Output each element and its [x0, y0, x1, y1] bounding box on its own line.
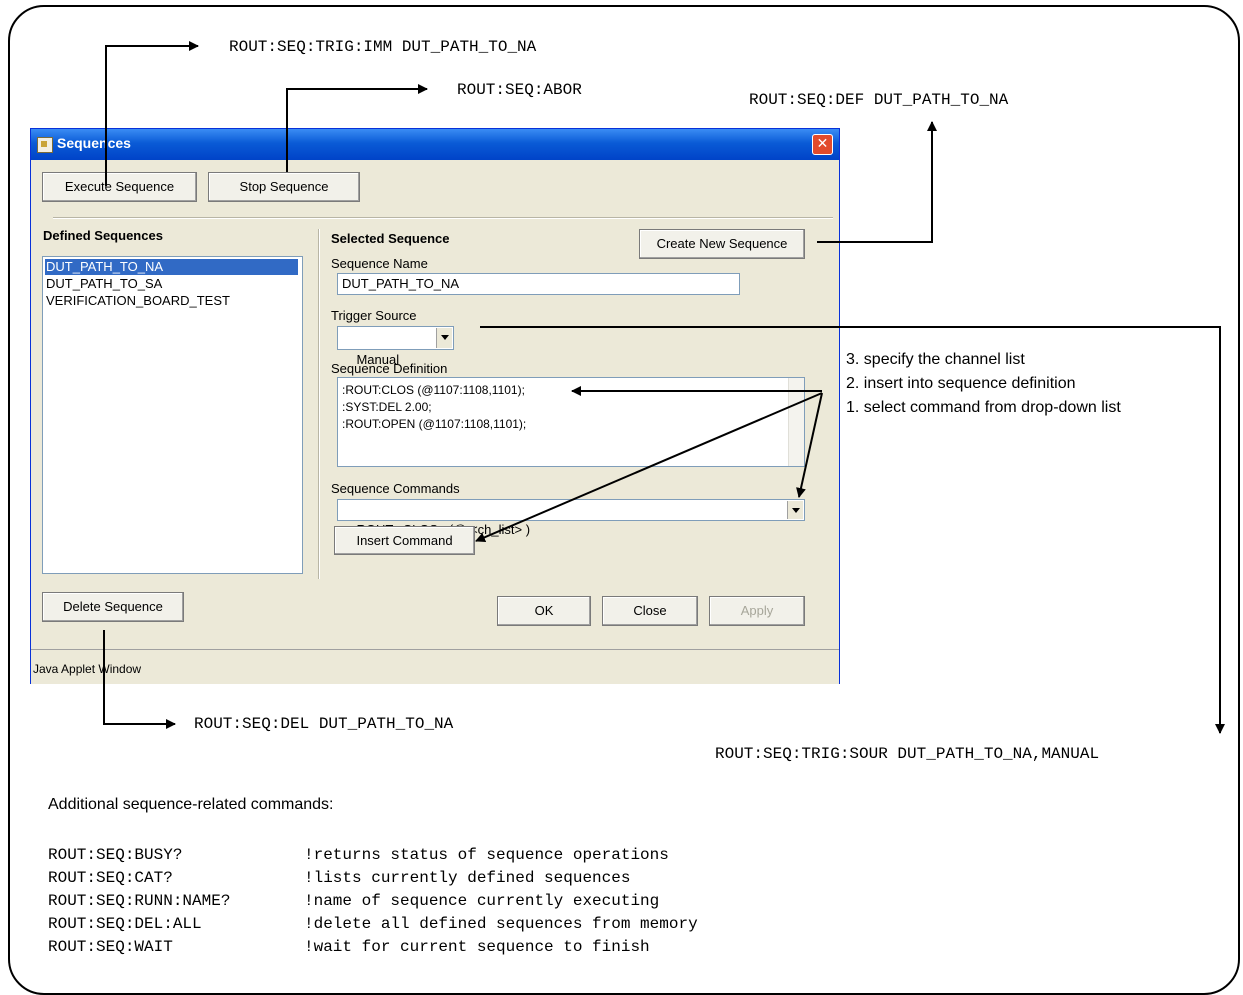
sequence-name-label: Sequence Name	[331, 256, 428, 271]
annotation-step1: 1. select command from drop-down list	[846, 399, 1121, 416]
annotation-trig-imm: ROUT:SEQ:TRIG:IMM DUT_PATH_TO_NA	[229, 38, 537, 56]
create-new-sequence-button[interactable]: Create New Sequence	[639, 229, 805, 259]
list-item[interactable]: DUT_PATH_TO_NA	[45, 259, 298, 275]
stop-sequence-button[interactable]: Stop Sequence	[208, 172, 360, 202]
additional-cmd: ROUT:SEQ:WAIT	[48, 938, 173, 956]
close-button[interactable]: Close	[602, 596, 698, 626]
additional-desc: !returns status of sequence operations	[304, 846, 669, 864]
scrollbar[interactable]	[788, 378, 804, 466]
defined-sequences-label: Defined Sequences	[43, 228, 163, 243]
additional-desc: !lists currently defined sequences	[304, 869, 631, 887]
definition-line: :ROUT:OPEN (@1107:1108,1101);	[342, 417, 527, 431]
chevron-down-icon[interactable]	[787, 501, 803, 519]
additional-desc: !wait for current sequence to finish	[304, 938, 650, 956]
trigger-source-label: Trigger Source	[331, 308, 417, 323]
trigger-source-select[interactable]: Manual	[337, 326, 454, 367]
selected-sequence-label: Selected Sequence	[331, 231, 450, 246]
list-item[interactable]: DUT_PATH_TO_SA	[45, 276, 162, 292]
additional-desc: !name of sequence currently executing	[304, 892, 660, 910]
sequence-commands-label: Sequence Commands	[331, 481, 460, 496]
execute-sequence-button[interactable]: Execute Sequence	[42, 172, 197, 202]
sequence-definition-label: Sequence Definition	[331, 361, 448, 376]
sequence-commands-select[interactable]: ROUTe:CLOSe (@ <ch_list> )	[337, 499, 805, 537]
annotation-abort: ROUT:SEQ:ABOR	[457, 81, 582, 99]
annotation-delete: ROUT:SEQ:DEL DUT_PATH_TO_NA	[194, 715, 454, 733]
additional-desc: !delete all defined sequences from memor…	[304, 915, 698, 933]
divider	[53, 217, 833, 219]
annotation-define: ROUT:SEQ:DEF DUT_PATH_TO_NA	[749, 91, 1009, 109]
delete-sequence-button[interactable]: Delete Sequence	[42, 592, 184, 622]
additional-cmd: ROUT:SEQ:BUSY?	[48, 846, 183, 864]
dialog-title: Sequences	[57, 135, 131, 151]
additional-cmd: ROUT:SEQ:RUNN:NAME?	[48, 892, 231, 910]
definition-line: :ROUT:CLOS (@1107:1108,1101);	[342, 383, 525, 397]
annotation-step2: 2. insert into sequence definition	[846, 375, 1076, 392]
sequences-dialog: Sequences ✕ Execute Sequence Stop Sequen…	[30, 128, 840, 684]
additional-cmd: ROUT:SEQ:DEL:ALL	[48, 915, 202, 933]
ok-button[interactable]: OK	[497, 596, 591, 626]
sequence-definition-textarea[interactable]: :ROUT:CLOS (@1107:1108,1101); :SYST:DEL …	[337, 377, 805, 467]
sequence-name-field[interactable]: DUT_PATH_TO_NA	[337, 273, 740, 295]
annotation-trig-source: ROUT:SEQ:TRIG:SOUR DUT_PATH_TO_NA,MANUAL	[715, 745, 1100, 763]
apply-button: Apply	[709, 596, 805, 626]
insert-command-button[interactable]: Insert Command	[334, 526, 475, 555]
chevron-down-icon[interactable]	[436, 328, 452, 348]
java-cup-icon	[37, 137, 53, 153]
status-bar: Java Applet Window	[31, 649, 839, 684]
status-text: Java Applet Window	[33, 662, 142, 676]
additional-heading: Additional sequence-related commands:	[48, 796, 334, 813]
dialog-titlebar: Sequences ✕	[31, 129, 839, 160]
additional-cmd: ROUT:SEQ:CAT?	[48, 869, 173, 887]
list-item[interactable]: VERIFICATION_BOARD_TEST	[45, 293, 230, 309]
definition-line: :SYST:DEL 2.00;	[342, 400, 432, 414]
defined-sequences-list[interactable]: DUT_PATH_TO_NA DUT_PATH_TO_SA VERIFICATI…	[42, 256, 303, 574]
panel-divider	[318, 229, 320, 579]
annotation-step3: 3. specify the channel list	[846, 351, 1025, 368]
close-icon[interactable]: ✕	[812, 134, 833, 155]
